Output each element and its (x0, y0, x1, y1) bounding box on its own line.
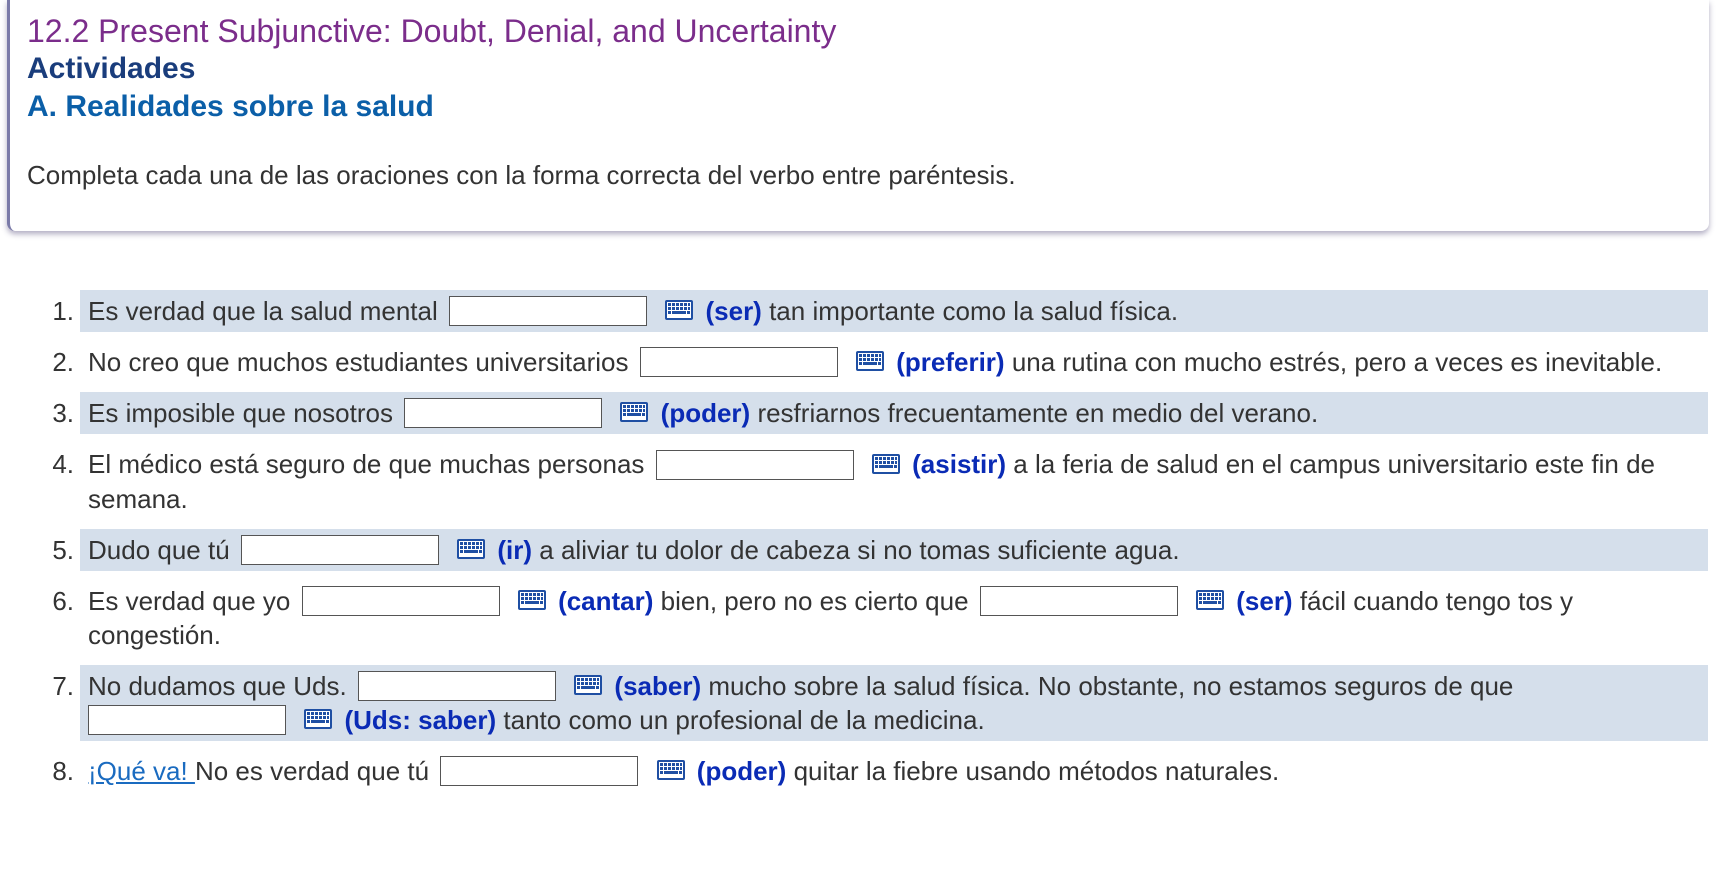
answer-input[interactable] (301, 585, 500, 616)
sentence-text: mucho sobre la salud física. No obstante… (708, 670, 1514, 701)
keyboard-icon[interactable] (1195, 589, 1225, 611)
keyboard-icon[interactable] (303, 708, 333, 730)
activity-title: A. Realidades sobre la salud (27, 90, 434, 123)
verb-hint: (preferir) (896, 347, 1005, 378)
item-number: 6. (52, 585, 74, 616)
answer-input-2[interactable] (88, 705, 286, 735)
verb-hint: (asistir) (912, 449, 1007, 480)
activities-heading: Actividades (27, 52, 196, 85)
item-number: 8. (52, 756, 74, 786)
que-va-link[interactable]: ¡Qué va! (88, 756, 195, 786)
sentence-text: quitar la fiebre usando métodos naturale… (793, 756, 1280, 786)
keyboard-icon[interactable] (871, 453, 901, 475)
exercise-list: 1. Es verdad que la salud mental (ser) t… (0, 290, 1716, 801)
exercise-item-7: 7. No dudamos que Uds. (saber) mucho sob… (52, 664, 1708, 741)
keyboard-icon[interactable] (517, 589, 547, 611)
keyboard-icon[interactable] (656, 759, 686, 781)
item-number: 2. (52, 347, 74, 378)
verb-hint: (poder) (696, 756, 787, 786)
keyboard-icon[interactable] (573, 674, 603, 696)
item-number: 4. (52, 449, 74, 480)
exercise-item-4: 4. El médico está seguro de que muchas p… (52, 443, 1708, 519)
instructions: Completa cada una de las oraciones con l… (27, 160, 1016, 190)
item-number: 5. (52, 534, 74, 565)
section-title: 12.2 Present Subjunctive: Doubt, Denial,… (27, 13, 837, 49)
sentence-text: bien, pero no es cierto que (660, 585, 969, 616)
exercise-item-3: 3. Es imposible que nosotros (poder) res… (52, 392, 1708, 435)
sentence-text: tanto como un profesional de la medicina… (503, 704, 985, 735)
answer-input-2[interactable] (979, 585, 1178, 616)
answer-input[interactable] (449, 296, 648, 327)
answer-input[interactable] (639, 347, 838, 378)
verb-hint: (ser) (705, 296, 762, 326)
item-number: 7. (52, 670, 74, 701)
sentence-text: Es verdad que yo (88, 585, 291, 616)
sentence-text: No es verdad que tú (194, 756, 430, 786)
verb-hint: (poder) (660, 398, 751, 429)
exercise-item-6: 6. Es verdad que yo (cantar) bien, pero … (52, 580, 1708, 656)
keyboard-icon[interactable] (619, 401, 649, 423)
sentence-text: Dudo que tú (88, 534, 230, 565)
answer-input[interactable] (655, 449, 854, 480)
sentence-text: No dudamos que Uds. (88, 670, 347, 701)
answer-input[interactable] (240, 534, 439, 565)
sentence-text: tan importante como la salud física. (769, 296, 1179, 326)
sentence-text: resfriarnos frecuentamente en medio del … (757, 398, 1319, 429)
verb-hint: (cantar) (558, 585, 654, 616)
exercise-item-8: 8. ¡Qué va! No es verdad que tú (poder) … (52, 750, 1708, 792)
keyboard-icon[interactable] (855, 350, 885, 372)
exercise-item-5: 5. Dudo que tú (ir) a aliviar tu dolor d… (52, 528, 1708, 571)
verb-hint: (ser) (1236, 585, 1293, 616)
sentence-text: una rutina con mucho estrés, pero a vece… (1011, 347, 1663, 378)
keyboard-icon[interactable] (456, 538, 486, 560)
verb-hint: (ir) (497, 534, 533, 565)
sentence-text: No creo que muchos estudiantes universit… (88, 347, 629, 378)
answer-input[interactable] (440, 756, 639, 787)
exercise-item-1: 1. Es verdad que la salud mental (ser) t… (52, 290, 1708, 333)
answer-input[interactable] (357, 670, 556, 701)
exercise-item-2: 2. No creo que muchos estudiantes univer… (52, 341, 1708, 383)
sentence-text: Es imposible que nosotros (88, 398, 393, 429)
answer-input[interactable] (404, 398, 603, 429)
sentence-text: El médico está seguro de que muchas pers… (88, 449, 645, 480)
verb-hint: (Uds: saber) (344, 704, 497, 735)
item-number: 3. (52, 398, 74, 429)
activity-header: 12.2 Present Subjunctive: Doubt, Denial,… (7, 0, 1709, 231)
sentence-text: a aliviar tu dolor de cabeza si no tomas… (539, 534, 1180, 565)
item-number: 1. (52, 296, 74, 326)
keyboard-icon[interactable] (664, 299, 694, 321)
verb-hint: (saber) (614, 670, 702, 701)
sentence-text: Es verdad que la salud mental (88, 296, 438, 326)
